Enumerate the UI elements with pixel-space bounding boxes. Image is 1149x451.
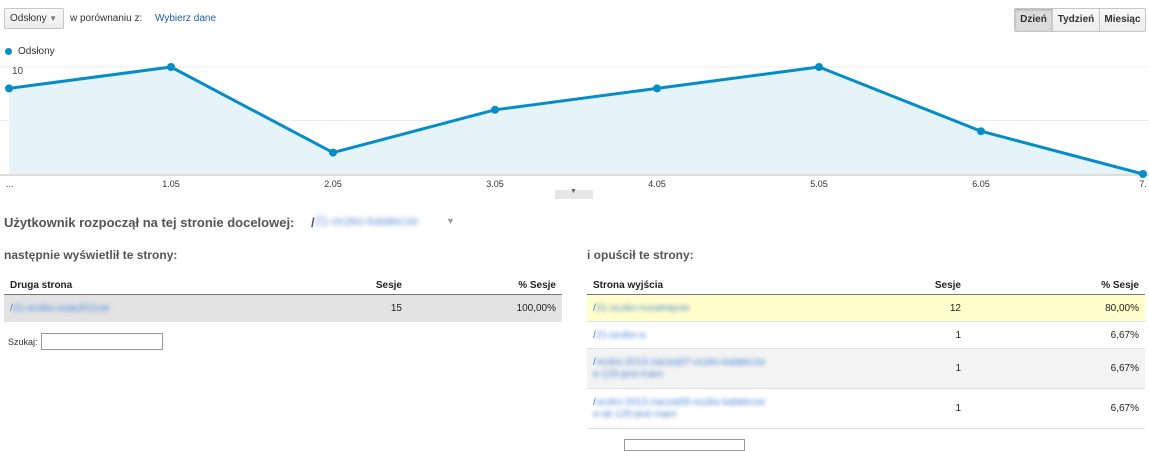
chevron-down-icon[interactable]: ▼ (446, 216, 455, 226)
page-cell[interactable]: /21-oczko-a (587, 321, 899, 349)
table-row[interactable]: /21-oczko-a 1 6,67% (587, 321, 1145, 349)
percent-cell: 80,00% (967, 294, 1145, 322)
column-header-sessions[interactable]: Sesje (316, 277, 408, 295)
x-tick-label: 6.05 (972, 179, 990, 189)
sessions-cell: 12 (899, 294, 967, 322)
data-point (491, 105, 499, 114)
x-tick-label: 5.05 (810, 179, 828, 189)
table-row[interactable]: /oczko-2013-zaczej05-oczko-kalatecze e-s… (587, 388, 1145, 429)
search-input[interactable] (41, 333, 163, 350)
x-tick-label: 7. (1139, 179, 1147, 189)
percent-cell: 6,67% (967, 348, 1145, 389)
data-point (5, 84, 13, 93)
page-path-link[interactable]: 21-oczko-a (596, 330, 645, 341)
period-day-button[interactable]: Dzień (1014, 8, 1053, 32)
chart-collapse-handle[interactable]: ▼ (555, 188, 593, 199)
data-point (1139, 170, 1147, 178)
compare-label: w porównaniu z: (70, 13, 143, 24)
column-header-percent-sessions[interactable]: % Sesje (408, 277, 562, 295)
page-path-link-cont[interactable]: e-sk-120-jest-mam (593, 409, 676, 420)
page-path-link[interactable]: oczko-2013-zaczej07-oczko-kalatecze (596, 357, 766, 368)
y-tick-label: 10 (12, 66, 24, 77)
chevron-down-icon: ▼ (570, 188, 577, 195)
legend-dot-icon (5, 48, 12, 55)
next-pages-title: następnie wyświetlił te strony: (4, 248, 178, 262)
table-row[interactable]: /21-oczko-rozwinięcie 12 80,00% (587, 294, 1145, 322)
exit-pages-table: Strona wyjścia Sesje % Sesje /21-oczko-r… (587, 277, 1145, 429)
page-path-link[interactable]: oczko-2013-zaczej05-oczko-kalatecze (596, 397, 766, 408)
landing-page-selector[interactable]: 21-oczko-kalatecze (315, 214, 443, 228)
pageviews-line-chart: 105...1.052.053.054.055.056.057. (0, 63, 1149, 189)
data-point (167, 63, 175, 71)
page-cell[interactable]: /21-oczko-rozwinięcie (587, 294, 899, 322)
data-point (815, 63, 823, 71)
page-cell[interactable]: /21-oczko-czas2011ze (4, 294, 316, 322)
period-month-button[interactable]: Miesiąc (1100, 8, 1146, 32)
table-row[interactable]: /21-oczko-czas2011ze 15 100,00% (4, 294, 562, 322)
page-cell[interactable]: /oczko-2013-zaczej05-oczko-kalatecze e-s… (587, 388, 899, 429)
x-tick-label: 3.05 (486, 179, 504, 189)
data-point (653, 84, 661, 93)
search-label: Szukaj: (8, 337, 38, 347)
sessions-cell: 15 (316, 294, 408, 322)
exit-pages-title: i opuścił te strony: (587, 248, 694, 262)
x-tick-label: 1.05 (162, 179, 180, 189)
page-path-link-cont[interactable]: e-120-jest-mam (593, 369, 663, 380)
next-pages-table: Druga strona Sesje % Sesje /21-oczko-cza… (4, 277, 562, 322)
landing-page-label: Użytkownik rozpoczął na tej stronie doce… (4, 215, 295, 230)
compare-select-data-link[interactable]: Wybierz dane (155, 13, 216, 24)
sessions-cell: 1 (899, 388, 967, 429)
column-header-exit-page[interactable]: Strona wyjścia (587, 277, 899, 295)
page-path-link[interactable]: 21-oczko-czas2011ze (13, 303, 110, 314)
data-point (329, 148, 337, 157)
column-header-sessions[interactable]: Sesje (899, 277, 967, 295)
x-tick-label: 2.05 (324, 179, 342, 189)
percent-cell: 6,67% (967, 388, 1145, 429)
percent-cell: 6,67% (967, 321, 1145, 349)
column-header-second-page[interactable]: Druga strona (4, 277, 316, 295)
x-tick-label: 4.05 (648, 179, 666, 189)
sessions-cell: 1 (899, 348, 967, 389)
period-toggle: Dzień Tydzień Miesiąc (1014, 8, 1146, 32)
x-tick-label: ... (6, 179, 14, 189)
metric-select-value: Odsłony (10, 13, 47, 24)
sessions-cell: 1 (899, 321, 967, 349)
data-point (977, 127, 985, 136)
percent-cell: 100,00% (408, 294, 562, 322)
table-row[interactable]: /oczko-2013-zaczej07-oczko-kalatecze e-1… (587, 348, 1145, 389)
chevron-down-icon: ▼ (49, 14, 57, 23)
page-path-link[interactable]: 21-oczko-rozwinięcie (596, 303, 689, 314)
period-week-button[interactable]: Tydzień (1053, 8, 1100, 32)
metric-select[interactable]: Odsłony ▼ (4, 8, 64, 29)
exit-pages-search-input[interactable] (624, 439, 745, 451)
column-header-percent-sessions[interactable]: % Sesje (967, 277, 1145, 295)
page-cell[interactable]: /oczko-2013-zaczej07-oczko-kalatecze e-1… (587, 348, 899, 389)
